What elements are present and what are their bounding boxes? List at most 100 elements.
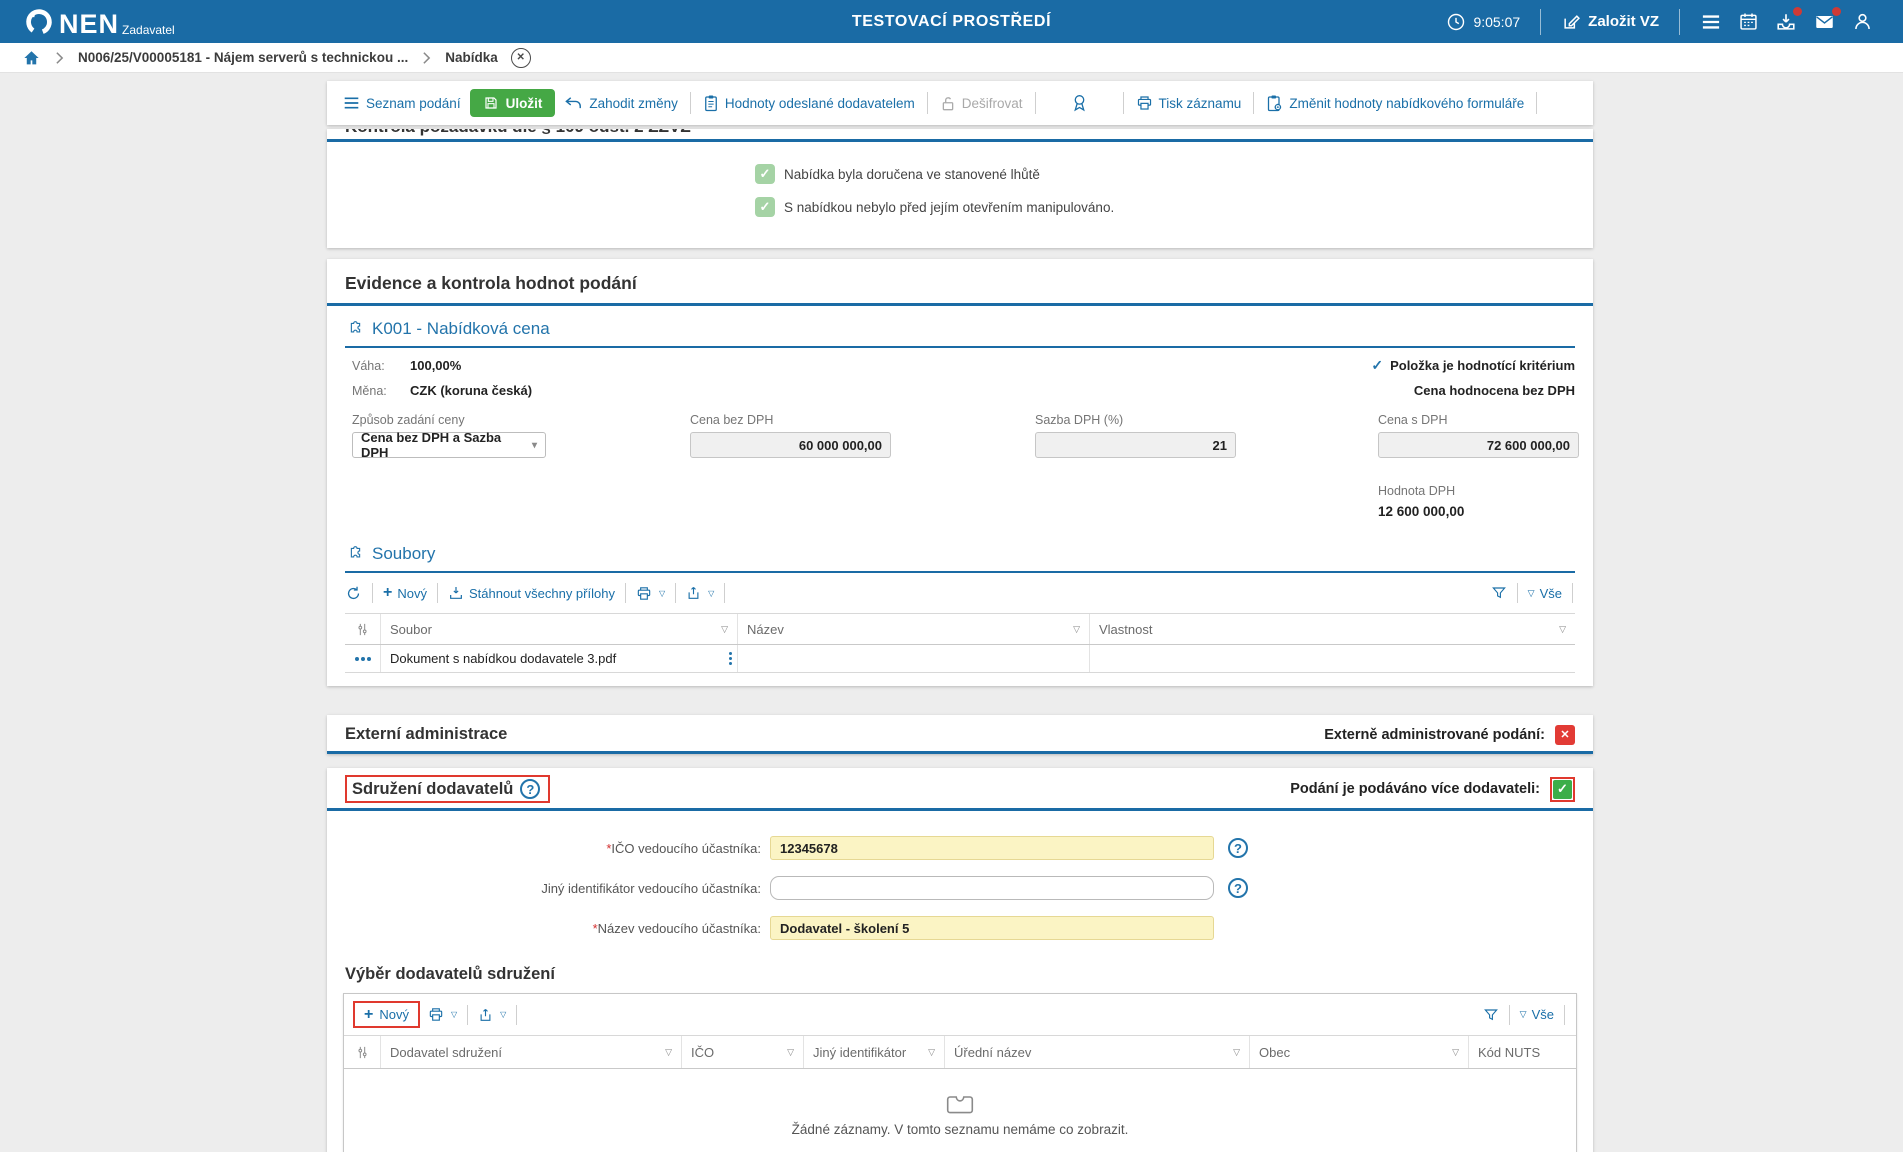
- cena-s-dph-input[interactable]: [1378, 432, 1579, 458]
- change-form-values-button[interactable]: Změnit hodnoty nabídkového formuláře: [1266, 94, 1524, 112]
- home-icon[interactable]: [22, 49, 41, 67]
- header-dodavatel-sdruzeni[interactable]: Dodavatel sdružení ▽: [380, 1036, 681, 1068]
- messages-notification-dot: [1832, 7, 1841, 16]
- user-profile-button[interactable]: [1852, 11, 1873, 32]
- jiny-identifikator-row: Jiný identifikátor vedoucího účastníka: …: [327, 876, 1593, 900]
- filter-icon[interactable]: [1483, 1007, 1499, 1023]
- refresh-icon[interactable]: [345, 585, 362, 602]
- vyber-heading: Výběr dodavatelů sdružení: [345, 965, 1593, 984]
- filter-triangle-icon[interactable]: ▽: [715, 624, 728, 635]
- soubory-new-button[interactable]: + Nový: [383, 586, 427, 601]
- cena-bez-dph-input[interactable]: [690, 432, 891, 458]
- ico-label: IČO vedoucího účastníka:: [611, 841, 761, 856]
- print-list-button[interactable]: ▽: [428, 1007, 457, 1022]
- header-ico[interactable]: IČO ▽: [681, 1036, 803, 1068]
- filter-triangle-icon[interactable]: ▽: [922, 1047, 935, 1058]
- print-record-button[interactable]: Tisk záznamu: [1136, 95, 1242, 111]
- save-button[interactable]: Uložit: [470, 89, 556, 117]
- column-settings-icon[interactable]: [345, 614, 380, 644]
- discard-changes-button[interactable]: Zahodit změny: [564, 95, 678, 111]
- header-obec[interactable]: Obec ▽: [1249, 1036, 1468, 1068]
- soubory-table: Soubor ▽ Název ▽ Vlastnost ▽ Dokument s …: [345, 613, 1575, 673]
- column-settings-icon[interactable]: [344, 1036, 380, 1068]
- export-button[interactable]: ▽: [686, 585, 714, 601]
- row-actions-icon[interactable]: [345, 645, 380, 672]
- filter-triangle-icon[interactable]: ▽: [659, 1047, 672, 1058]
- server-time: 9:05:07: [1446, 12, 1520, 32]
- filter-triangle-icon[interactable]: ▽: [1446, 1047, 1459, 1058]
- help-icon[interactable]: ?: [520, 779, 540, 799]
- download-all-attachments-button[interactable]: Stáhnout všechny přílohy: [448, 585, 615, 601]
- nen-logo-icon: [22, 5, 56, 39]
- topbar: NEN Zadavatel TESTOVACÍ PROSTŘEDÍ 9:05:0…: [0, 0, 1903, 43]
- toolbar-separator: [690, 92, 691, 114]
- header-uredni-nazev[interactable]: Úřední název ▽: [944, 1036, 1249, 1068]
- nazev-row: *Název vedoucího účastníka:: [327, 916, 1593, 940]
- checkbox-unchecked-icon[interactable]: ✕: [1555, 725, 1575, 745]
- menu-button[interactable]: [1700, 13, 1722, 31]
- filter-triangle-icon[interactable]: ▽: [1067, 624, 1080, 635]
- flag-kriterium: ✓ Položka je hodnotící kritérium: [1371, 357, 1575, 374]
- externi-section: Externí administrace Externě administrov…: [327, 715, 1593, 754]
- seznam-podani-button[interactable]: Seznam podání: [343, 96, 461, 111]
- print-list-button[interactable]: ▽: [636, 586, 665, 601]
- messages-button[interactable]: [1813, 11, 1836, 33]
- calendar-button[interactable]: [1738, 11, 1759, 32]
- header-nazev[interactable]: Název ▽: [737, 614, 1089, 644]
- nazev-input[interactable]: [770, 916, 1214, 940]
- toolbar-separator: [1509, 1005, 1510, 1025]
- k001-heading: K001 - Nabídková cena: [327, 306, 1593, 346]
- soubory-show-all-button[interactable]: ▽ Vše: [1528, 586, 1562, 601]
- ico-row: *IČO vedoucího účastníka: ?: [327, 836, 1593, 860]
- jiny-identifikator-input[interactable]: [770, 876, 1214, 900]
- toolbar-separator: [1564, 1005, 1565, 1025]
- help-icon[interactable]: ?: [1228, 838, 1248, 858]
- breadcrumb-current[interactable]: Nabídka: [445, 50, 498, 65]
- supplier-values-button[interactable]: Hodnoty odeslané dodavatelem: [703, 94, 915, 112]
- plus-icon: +: [364, 1009, 373, 1021]
- toolbar-separator: [1517, 583, 1518, 603]
- zpusob-label: Způsob zadání ceny: [352, 413, 546, 427]
- soubory-heading: Soubory: [327, 531, 1593, 571]
- help-icon[interactable]: ?: [1228, 878, 1248, 898]
- header-vlastnost[interactable]: Vlastnost ▽: [1089, 614, 1575, 644]
- filter-triangle-icon[interactable]: ▽: [1553, 624, 1566, 635]
- hodnota-dph-value: 12 600 000,00: [1378, 504, 1593, 519]
- header-kod-nuts[interactable]: Kód NUTS: [1468, 1036, 1576, 1068]
- dropdown-arrow-icon: ▽: [659, 589, 665, 598]
- export-button[interactable]: ▽: [478, 1007, 506, 1023]
- sazba-dph-input[interactable]: [1035, 432, 1236, 458]
- vyber-show-all-button[interactable]: ▽ Vše: [1520, 1007, 1554, 1022]
- kebab-menu-icon[interactable]: [729, 652, 732, 665]
- create-vz-button[interactable]: Založit VZ: [1561, 12, 1659, 32]
- breadcrumb-contract[interactable]: N006/25/V00005181 - Nájem serverů s tech…: [78, 50, 408, 65]
- filter-triangle-icon[interactable]: ▽: [1227, 1047, 1240, 1058]
- cell-nazev[interactable]: [737, 645, 1089, 672]
- dropdown-arrow-icon: ▽: [451, 1010, 457, 1019]
- vyber-list-panel: + Nový ▽ ▽: [343, 993, 1577, 1152]
- inbox-button[interactable]: [1775, 11, 1797, 33]
- ico-input[interactable]: [770, 836, 1214, 860]
- check-not-manipulated: ✓ S nabídkou nebylo před jejím otevřením…: [755, 197, 1165, 217]
- empty-list-text: Žádné záznamy. V tomto seznamu nemáme co…: [792, 1122, 1129, 1137]
- cell-vlastnost[interactable]: [1089, 645, 1575, 672]
- select-arrow-icon: ▾: [532, 440, 537, 451]
- filter-icon[interactable]: [1491, 585, 1507, 601]
- header-soubor[interactable]: Soubor ▽: [380, 614, 737, 644]
- nen-logo[interactable]: NEN Zadavatel: [22, 5, 175, 39]
- close-tab-icon[interactable]: ✕: [511, 48, 531, 68]
- zpusob-zadani-ceny-select[interactable]: Cena bez DPH a Sazba DPH ▾: [352, 432, 546, 458]
- hodnota-dph: Hodnota DPH 12 600 000,00: [1378, 484, 1593, 519]
- filter-triangle-icon[interactable]: ▽: [781, 1047, 794, 1058]
- toolbar-separator: [724, 583, 725, 603]
- checkbox-checked-icon[interactable]: ✓: [1553, 780, 1572, 799]
- section-divider: [327, 139, 1593, 142]
- header-jiny-identifikator[interactable]: Jiný identifikátor ▽: [803, 1036, 944, 1068]
- table-row[interactable]: Dokument s nabídkou dodavatele 3.pdf: [345, 645, 1575, 673]
- toolbar-separator: [1035, 92, 1036, 114]
- sdruzeni-section: Sdružení dodavatelů ? Podání je podáváno…: [327, 768, 1593, 1152]
- cell-soubor[interactable]: Dokument s nabídkou dodavatele 3.pdf: [380, 645, 737, 672]
- vyber-new-button[interactable]: + Nový: [353, 1001, 420, 1028]
- section-divider: [327, 751, 1593, 754]
- award-button[interactable]: [1070, 93, 1089, 113]
